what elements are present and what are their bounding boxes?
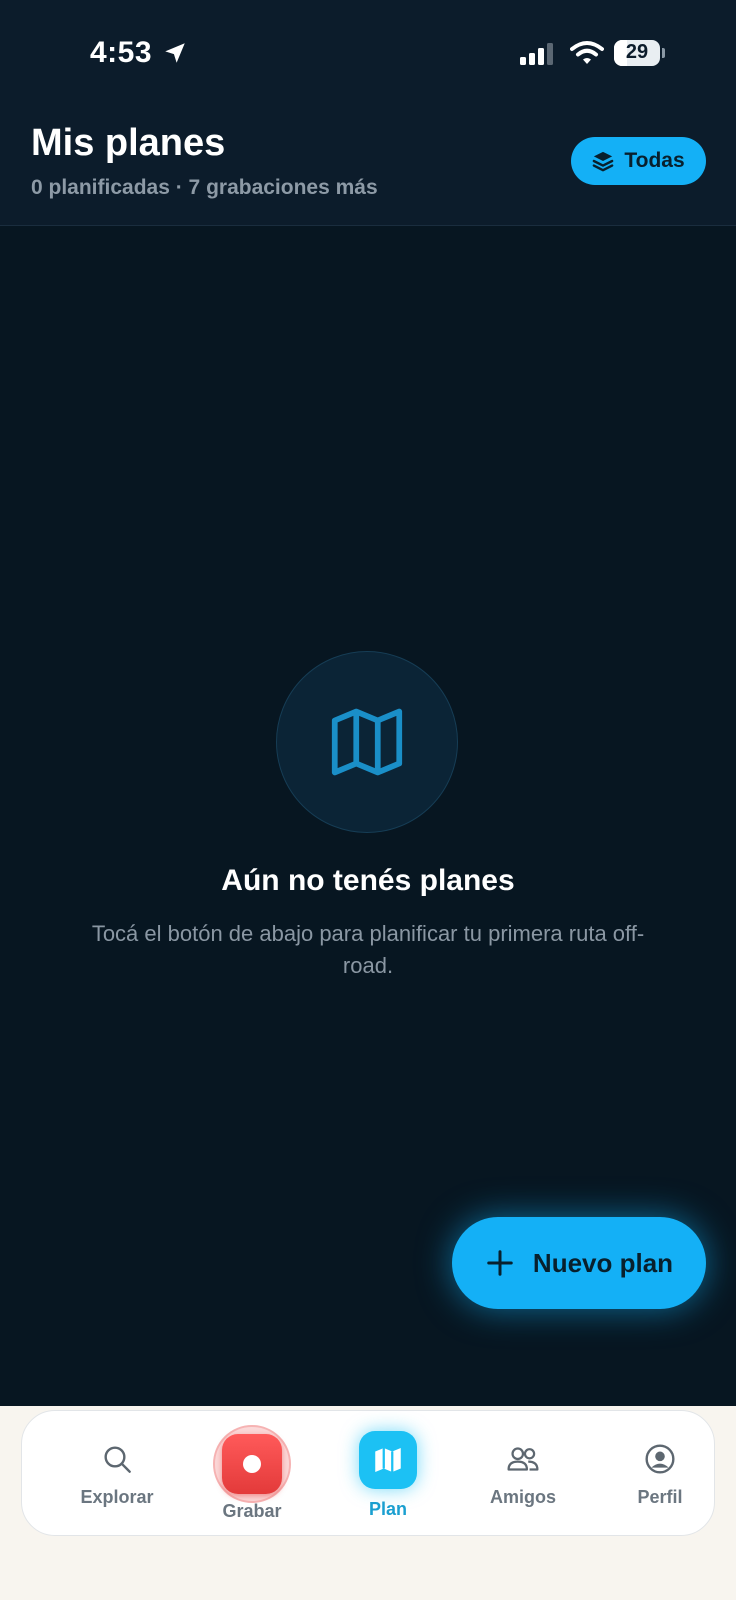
status-bar: 4:53 29 xyxy=(0,0,736,100)
empty-state-text: Tocá el botón de abajo para planificar t… xyxy=(91,921,645,978)
record-icon xyxy=(213,1425,291,1503)
tab-perfil-label: Perfil xyxy=(637,1487,683,1507)
tab-bar: Explorar Grabar Plan Amigos Perfil xyxy=(21,1410,715,1536)
empty-state-icon-circle xyxy=(276,651,458,833)
tab-explorar[interactable]: Explorar xyxy=(57,1411,177,1537)
page-subtitle: 0 planificadas · 7 grabaciones más xyxy=(31,176,378,199)
filter-all-button[interactable]: Todas xyxy=(571,137,706,185)
location-arrow-icon xyxy=(165,43,185,63)
tab-grabar-label: Grabar xyxy=(222,1501,282,1521)
status-time: 4:53 xyxy=(90,36,153,69)
wifi-icon xyxy=(570,41,604,64)
empty-state-title: Aún no tenés planes xyxy=(221,864,515,897)
tab-amigos[interactable]: Amigos xyxy=(463,1411,583,1537)
tab-plan-label: Plan xyxy=(368,1499,407,1519)
page-title: Mis planes xyxy=(31,122,226,164)
map-icon xyxy=(331,708,403,776)
cellular-signal-icon xyxy=(520,43,553,65)
layers-icon xyxy=(592,151,614,172)
filter-all-label: Todas xyxy=(624,149,685,172)
new-plan-label: Nuevo plan xyxy=(532,1247,674,1278)
new-plan-button[interactable]: Nuevo plan xyxy=(452,1217,706,1309)
tab-explorar-label: Explorar xyxy=(80,1487,154,1507)
map-icon xyxy=(359,1431,417,1489)
battery-icon: 29 xyxy=(614,40,665,66)
profile-icon xyxy=(645,1444,675,1474)
friends-icon xyxy=(507,1447,539,1471)
tab-amigos-label: Amigos xyxy=(489,1487,556,1507)
search-icon xyxy=(104,1446,131,1473)
page-header: Mis planes 0 planificadas · 7 grabacione… xyxy=(0,100,736,226)
tab-perfil[interactable]: Perfil xyxy=(600,1411,720,1537)
tab-grabar[interactable]: Grabar xyxy=(192,1411,312,1537)
battery-level: 29 xyxy=(625,41,649,63)
tab-plan[interactable]: Plan xyxy=(328,1411,448,1537)
plus-icon xyxy=(487,1250,513,1276)
